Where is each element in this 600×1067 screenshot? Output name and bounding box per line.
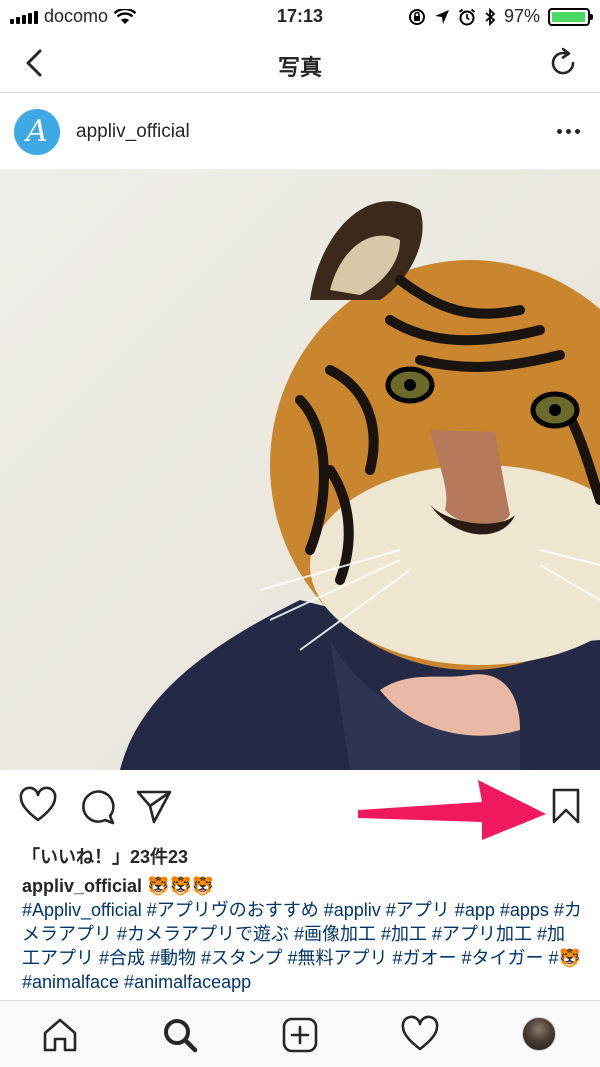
post-username[interactable]: appliv_official: [76, 121, 190, 143]
post-photo[interactable]: [0, 170, 600, 770]
activity-heart-icon[interactable]: [400, 1015, 440, 1055]
status-bar: docomo 17:13 97%: [0, 0, 600, 34]
bookmark-icon[interactable]: [546, 786, 586, 826]
alarm-icon: [458, 8, 476, 25]
pointer-arrow: [358, 780, 546, 840]
home-icon[interactable]: [40, 1015, 80, 1055]
likes-count[interactable]: 「いいね！」23件23: [22, 843, 188, 869]
caption-emoji: 🐯🐯🐯: [147, 876, 215, 896]
heart-icon[interactable]: [18, 786, 58, 826]
tiger-face-photo: [120, 201, 600, 770]
page-title: 写真: [277, 55, 322, 80]
rotation-lock-icon: [408, 8, 425, 25]
ellipsis-icon[interactable]: [557, 129, 580, 134]
post-actions: [0, 770, 600, 840]
location-icon: [434, 9, 449, 24]
search-icon[interactable]: [160, 1015, 200, 1055]
send-icon[interactable]: [134, 786, 174, 826]
comment-icon[interactable]: [76, 786, 116, 826]
user-avatar[interactable]: A: [14, 109, 60, 155]
refresh-icon[interactable]: [546, 46, 580, 80]
profile-avatar[interactable]: [522, 1017, 556, 1051]
caption-username[interactable]: appliv_official: [22, 876, 142, 896]
battery-percent: 97%: [503, 6, 540, 26]
caption-hashtags[interactable]: #Appliv_official #アプリヴのおすすめ #appliv #アプリ…: [22, 900, 582, 992]
status-right: 97%: [408, 6, 593, 27]
battery-icon: [548, 7, 593, 26]
bottom-tab-bar: [0, 1000, 600, 1067]
add-post-icon[interactable]: [280, 1015, 320, 1055]
post-header: A appliv_official: [0, 93, 600, 170]
post-caption: appliv_official 🐯🐯🐯 #Appliv_official #アプ…: [22, 874, 582, 994]
navigation-bar: 写真: [0, 34, 600, 93]
bluetooth-icon: [485, 7, 496, 26]
